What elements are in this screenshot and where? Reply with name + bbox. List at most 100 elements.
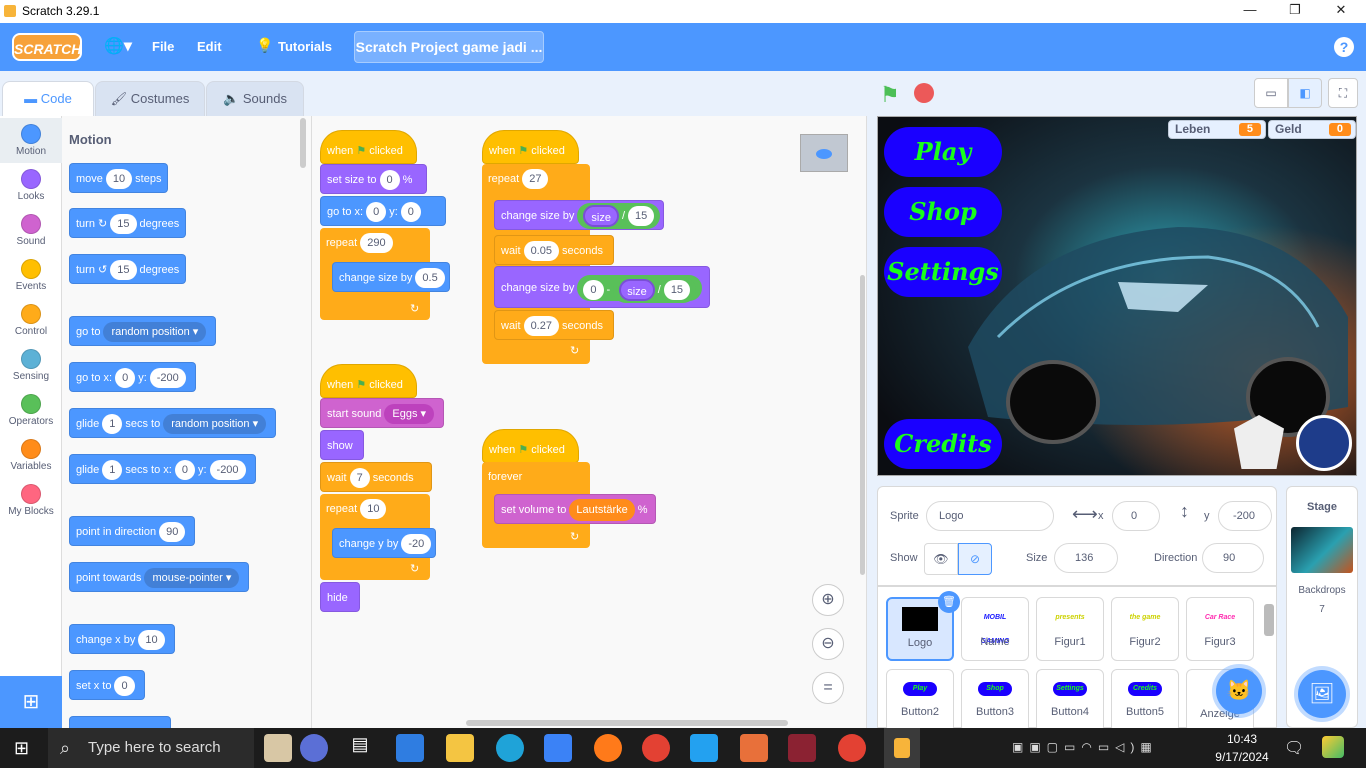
sprite-name-input[interactable]: Logo — [926, 501, 1054, 531]
chrome-icon-2[interactable] — [838, 734, 866, 762]
variable-reporter[interactable]: Lautstärke — [569, 499, 635, 522]
fullscreen-icon[interactable]: ⛶ — [1328, 78, 1358, 108]
block-input[interactable]: 27 — [522, 169, 549, 190]
block-go-to-xy[interactable]: go to x: 0 y: -200 — [69, 362, 196, 392]
block-input[interactable]: 90 — [159, 522, 186, 543]
block-input[interactable]: 10 — [138, 630, 165, 651]
hat-when-flag-clicked[interactable]: when ⚑ clicked — [482, 130, 579, 164]
stop-icon[interactable] — [914, 83, 934, 103]
block-input[interactable]: -200 — [149, 368, 186, 389]
block-input[interactable]: 290 — [360, 233, 393, 254]
weather-icon[interactable] — [1322, 736, 1344, 758]
script-vertical-scrollbar[interactable] — [860, 275, 865, 575]
block-turn-right[interactable]: turn ↻ 15 degrees — [69, 208, 187, 238]
variable-monitor-leben[interactable]: Leben 5 — [1168, 120, 1266, 139]
hat-when-flag-clicked[interactable]: when ⚑ clicked — [320, 130, 417, 164]
winrar-icon[interactable] — [788, 734, 816, 762]
edit-menu[interactable]: Edit — [197, 39, 222, 54]
block-input[interactable]: 0 — [583, 280, 604, 301]
edge-icon[interactable] — [496, 734, 524, 762]
block-show[interactable]: show — [320, 430, 364, 460]
block-glide-to[interactable]: glide 1 secs to random position ▾ — [69, 408, 277, 438]
mail-icon[interactable] — [396, 734, 424, 762]
language-globe-icon[interactable]: 🌐▾ — [104, 36, 132, 56]
block-input[interactable]: 10 — [360, 499, 387, 520]
block-input[interactable]: 15 — [663, 280, 691, 301]
tab-costumes[interactable]: 🖌 Costumes — [95, 81, 205, 117]
stage-button-shop[interactable]: Shop — [884, 187, 1002, 237]
sprite-tile-figur3[interactable]: Car Race Figur3 — [1186, 597, 1254, 661]
system-tray-icons[interactable]: ▣▣▢▭◠▭◁)▦ — [1012, 740, 1158, 754]
zoom-reset-icon[interactable]: = — [812, 672, 844, 704]
hat-when-flag-clicked[interactable]: when ⚑ clicked — [482, 429, 579, 463]
sprite-tile-figur1[interactable]: presents Figur1 — [1036, 597, 1104, 661]
block-input[interactable]: -20 — [401, 534, 432, 555]
sprite-tile-figur2[interactable]: the game Figur2 — [1111, 597, 1179, 661]
block-input[interactable]: 0 — [115, 368, 136, 389]
clock-date[interactable]: 9/17/2024 — [1212, 750, 1272, 764]
block-change-size[interactable]: change size by 0.5 — [332, 262, 450, 292]
tab-sounds[interactable]: 🔈 Sounds — [206, 81, 304, 117]
block-wait[interactable]: wait 0.27 seconds — [494, 310, 614, 340]
block-input[interactable]: 15 — [628, 206, 655, 227]
block-partial[interactable] — [69, 716, 171, 728]
block-set-size[interactable]: set size to 0% — [320, 164, 427, 194]
sprite-tile-button2[interactable]: Play Button2 — [886, 669, 954, 733]
block-go-to-xy[interactable]: go to x: 0 y: 0 — [320, 196, 446, 226]
scratch-logo[interactable]: SCRATCH — [12, 33, 82, 61]
notification-icon[interactable]: 🗨 — [1284, 738, 1304, 758]
zoom-out-icon[interactable]: ⊖ — [812, 628, 844, 660]
stage-button-play[interactable]: Play — [884, 127, 1002, 177]
variable-monitor-geld[interactable]: Geld 0 — [1268, 120, 1356, 139]
operator-subtract[interactable]: 0- size/15 — [577, 275, 703, 304]
file-explorer-icon[interactable] — [446, 734, 474, 762]
operator-divide[interactable]: size/15 — [613, 277, 697, 304]
block-glide-to-xy[interactable]: glide 1 secs to x: 0 y: -200 — [69, 454, 256, 484]
y-input[interactable]: -200 — [1218, 501, 1272, 531]
block-input[interactable]: 1 — [102, 414, 123, 435]
block-set-x[interactable]: set x to 0 — [69, 670, 145, 700]
block-start-sound[interactable]: start sound Eggs ▾ — [320, 398, 444, 428]
category-sensing[interactable]: Sensing — [0, 343, 62, 388]
block-input[interactable]: 1 — [102, 460, 123, 481]
tab-code[interactable]: ▬ Code — [2, 81, 94, 118]
block-change-size[interactable]: change size by 0- size/15 — [494, 266, 710, 308]
add-sprite-button[interactable]: 🐱 — [1216, 668, 1262, 714]
sprite-tile-logo[interactable]: Logo 🗑 — [886, 591, 960, 661]
show-visible-icon[interactable]: 👁 — [924, 543, 958, 575]
zoom-in-icon[interactable]: ⊕ — [812, 584, 844, 616]
block-move-steps[interactable]: move 10 steps — [69, 163, 169, 193]
block-input[interactable]: 0 — [366, 202, 387, 223]
category-control[interactable]: Control — [0, 298, 62, 343]
block-input[interactable]: 15 — [110, 260, 137, 281]
block-input[interactable]: 10 — [105, 169, 133, 190]
block-dropdown[interactable]: Eggs ▾ — [384, 404, 435, 425]
block-input[interactable]: 0.5 — [415, 268, 445, 289]
scratch-taskbar-icon[interactable] — [884, 728, 920, 768]
block-change-size[interactable]: change size by size/15 — [494, 200, 664, 230]
script-area[interactable]: when ⚑ clicked set size to 0% go to x: 0 y:… — [312, 116, 867, 728]
block-point-towards[interactable]: point towards mouse-pointer ▾ — [69, 562, 250, 592]
taskbar-search-box[interactable]: ⌕ Type here to search — [48, 728, 254, 768]
block-input[interactable]: 0 — [379, 170, 400, 191]
chrome-icon[interactable] — [642, 734, 670, 762]
script-horizontal-scrollbar[interactable] — [466, 720, 788, 726]
stage-button-settings[interactable]: Settings — [884, 247, 1002, 297]
block-input[interactable]: 0.27 — [523, 316, 559, 337]
size-reporter[interactable]: size — [619, 279, 655, 302]
sprite-list-scrollbar[interactable] — [1264, 604, 1274, 636]
delete-sprite-icon[interactable]: 🗑 — [938, 591, 960, 613]
category-variables[interactable]: Variables — [0, 433, 62, 478]
block-go-to[interactable]: go to random position ▾ — [69, 316, 217, 346]
size-reporter[interactable]: size — [583, 205, 619, 228]
category-motion[interactable]: Motion — [0, 118, 62, 163]
x-input[interactable]: 0 — [1112, 501, 1160, 531]
block-input[interactable]: 0.05 — [523, 241, 559, 262]
block-change-x[interactable]: change x by 10 — [69, 624, 175, 654]
close-button[interactable]: ✕ — [1329, 2, 1353, 20]
file-menu[interactable]: File — [152, 39, 174, 54]
app-icon[interactable] — [740, 734, 768, 762]
vscode-icon[interactable] — [690, 734, 718, 762]
project-title-input[interactable]: Scratch Project game jadi ... — [354, 31, 544, 63]
direction-input[interactable]: 90 — [1202, 543, 1264, 573]
